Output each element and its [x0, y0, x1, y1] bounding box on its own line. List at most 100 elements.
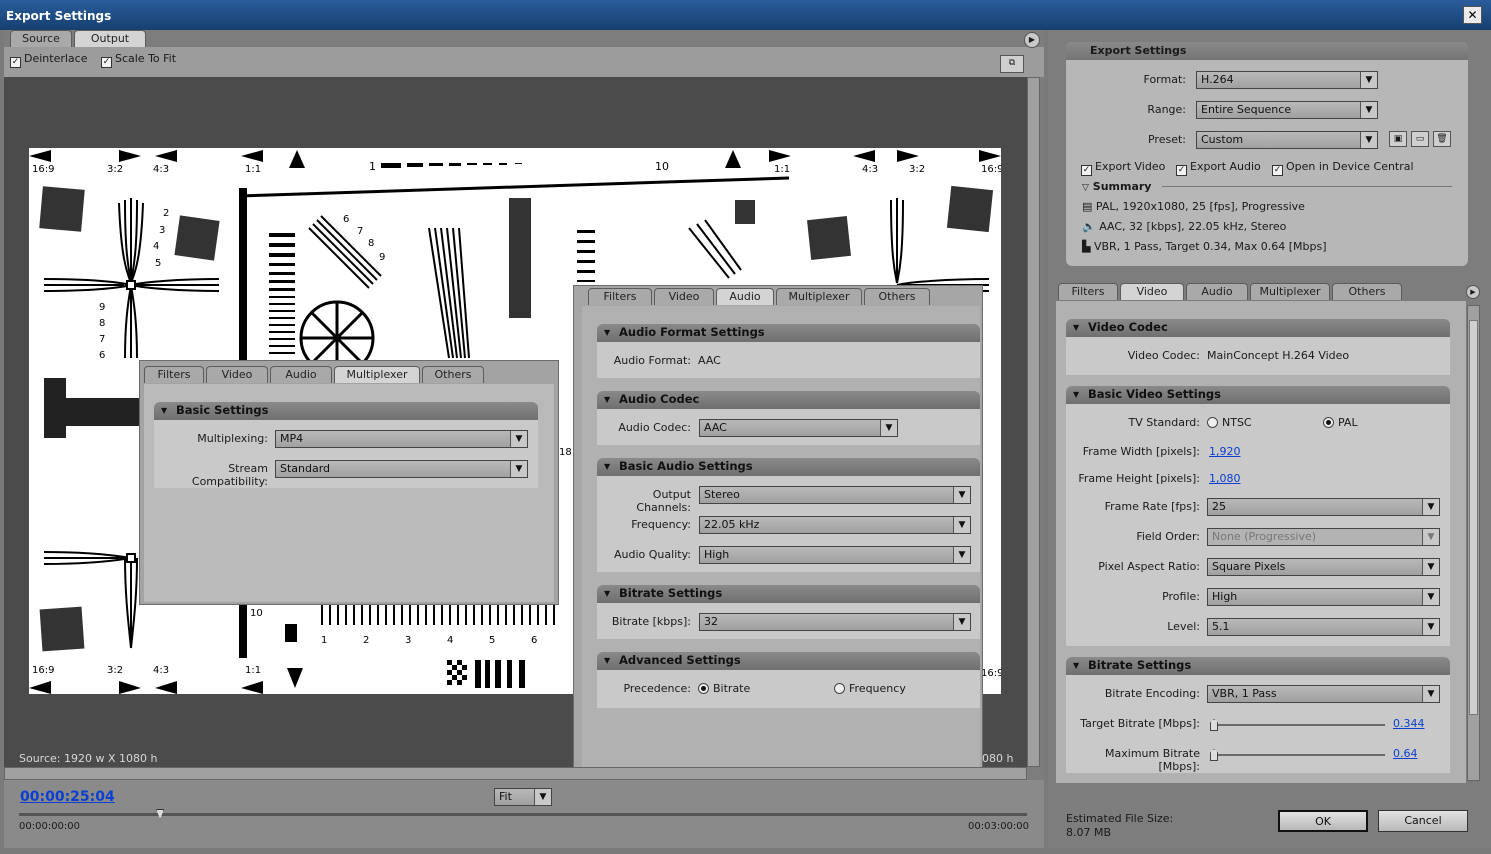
current-timecode[interactable]: 00:00:25:04	[20, 789, 115, 805]
settings-menu-icon[interactable]: ▶	[1466, 285, 1480, 299]
target-bitrate-value[interactable]: 0.344	[1393, 717, 1425, 730]
export-video-checkbox[interactable]: ✓ Export Video	[1081, 160, 1165, 176]
video-codec-header[interactable]: Video Codec	[1066, 319, 1450, 337]
ratio-label: 4:3	[153, 665, 169, 676]
tab-multiplexer[interactable]: Multiplexer	[1250, 283, 1330, 300]
frame-rate-select[interactable]: 25 ▼	[1207, 498, 1440, 516]
timeline-start: 00:00:00:00	[19, 821, 81, 832]
tab-filters[interactable]: Filters	[1058, 283, 1118, 300]
output-channels-select[interactable]: Stereo ▼	[699, 486, 971, 504]
pattern-number: 9	[99, 302, 105, 313]
settings-tabs: Filters Video Audio Multiplexer Others	[1058, 283, 1468, 301]
scale-to-fit-checkbox[interactable]: ✓ Scale To Fit	[100, 52, 176, 68]
tab-audio[interactable]: Audio	[716, 288, 774, 305]
tab-video[interactable]: Video	[206, 366, 268, 383]
close-icon[interactable]: ✕	[1463, 6, 1482, 24]
chevron-down-icon: ▼	[1422, 686, 1439, 702]
frame-height-value[interactable]: 1,080	[1209, 472, 1241, 485]
ntsc-radio[interactable]: NTSC	[1207, 416, 1252, 429]
pal-radio[interactable]: PAL	[1323, 416, 1358, 429]
tab-others[interactable]: Others	[864, 288, 930, 305]
audio-quality-select[interactable]: High ▼	[699, 546, 971, 564]
audio-codec-header[interactable]: Audio Codec	[597, 391, 980, 409]
tab-filters[interactable]: Filters	[588, 288, 652, 305]
precedence-frequency-radio[interactable]: Frequency	[834, 682, 906, 695]
frame-rate-value: 25	[1212, 500, 1226, 513]
pattern-number: 3	[405, 635, 411, 646]
format-value: H.264	[1201, 73, 1234, 86]
summary-toggle[interactable]: ▽ Summary	[1082, 180, 1151, 193]
audio-codec-select[interactable]: AAC ▼	[699, 419, 898, 437]
deinterlace-checkbox[interactable]: ✓ Deinterlace	[10, 52, 87, 68]
cancel-button[interactable]: Cancel	[1378, 810, 1468, 832]
profile-select[interactable]: High ▼	[1207, 588, 1440, 606]
source-output-tabs: Source Output	[10, 30, 160, 48]
ratio-label: 16:9	[981, 164, 1001, 175]
pattern-number: 1	[321, 635, 327, 646]
frequency-value: 22.05 kHz	[704, 518, 760, 531]
import-preset-icon[interactable]: ▭	[1411, 131, 1429, 147]
output-dimensions: 080 h	[982, 752, 1014, 765]
frequency-select[interactable]: 22.05 kHz ▼	[699, 516, 971, 534]
timeline-track[interactable]	[19, 809, 1027, 819]
frame-width-value[interactable]: 1,920	[1209, 445, 1241, 458]
precedence-bitrate-radio[interactable]: Bitrate	[698, 682, 750, 695]
preset-select[interactable]: Custom ▼	[1196, 131, 1378, 149]
audio-format-header[interactable]: Audio Format Settings	[597, 324, 980, 342]
preview-horizontal-scrollbar[interactable]	[4, 767, 1027, 780]
zoom-fit-value: Fit	[499, 790, 512, 803]
level-select[interactable]: 5.1 ▼	[1207, 618, 1440, 636]
tab-multiplexer[interactable]: Multiplexer	[776, 288, 862, 305]
audio-bitrate-select[interactable]: 32 ▼	[699, 613, 971, 631]
chevron-down-icon: ▼	[1360, 72, 1377, 88]
tab-multiplexer[interactable]: Multiplexer	[334, 366, 420, 383]
scale-start-label: 1	[369, 160, 376, 173]
preview-vertical-scrollbar[interactable]	[1027, 77, 1040, 767]
scrollbar-thumb[interactable]	[1469, 320, 1478, 715]
max-bitrate-label: Maximum Bitrate [Mbps]:	[1105, 747, 1200, 773]
pattern-number: 8	[99, 318, 105, 329]
max-bitrate-slider[interactable]	[1210, 749, 1385, 761]
level-label: Level:	[1167, 620, 1200, 633]
video-bitrate-header[interactable]: Bitrate Settings	[1066, 657, 1450, 675]
radio-selected-icon	[1323, 417, 1334, 428]
tab-others[interactable]: Others	[422, 366, 484, 383]
delete-preset-icon[interactable]: 🗑	[1433, 131, 1451, 147]
frame-height-label: Frame Height [pixels]:	[1078, 472, 1200, 485]
zoom-fit-select[interactable]: Fit ▼	[494, 788, 552, 806]
tab-video[interactable]: Video	[654, 288, 714, 305]
target-bitrate-slider[interactable]	[1210, 719, 1385, 731]
ok-button[interactable]: OK	[1278, 810, 1368, 832]
settings-scrollbar[interactable]	[1467, 305, 1480, 781]
speaker-icon: 🔈	[1082, 220, 1096, 233]
tab-audio[interactable]: Audio	[270, 366, 332, 383]
export-audio-checkbox[interactable]: ✓ Export Audio	[1176, 160, 1261, 176]
basic-audio-header[interactable]: Basic Audio Settings	[597, 458, 980, 476]
tab-output[interactable]: Output	[74, 30, 146, 47]
tab-filters[interactable]: Filters	[144, 366, 204, 383]
bitrate-encoding-value: VBR, 1 Pass	[1212, 687, 1277, 700]
stream-compat-select[interactable]: Standard ▼	[275, 460, 528, 478]
multiplexing-select[interactable]: MP4 ▼	[275, 430, 528, 448]
basic-video-header[interactable]: Basic Video Settings	[1066, 386, 1450, 404]
tab-audio[interactable]: Audio	[1186, 283, 1248, 300]
bitrate-encoding-select[interactable]: VBR, 1 Pass ▼	[1207, 685, 1440, 703]
crop-icon[interactable]: ⧉	[1000, 55, 1024, 73]
basic-settings-header[interactable]: Basic Settings	[154, 402, 538, 420]
save-preset-icon[interactable]: ▣	[1389, 131, 1407, 147]
field-order-select[interactable]: None (Progressive) ▼	[1207, 528, 1440, 546]
device-central-checkbox[interactable]: ✓ Open in Device Central	[1272, 160, 1414, 176]
audio-bitrate-header[interactable]: Bitrate Settings	[597, 585, 980, 603]
range-select[interactable]: Entire Sequence ▼	[1196, 101, 1378, 119]
precedence-bitrate-label: Bitrate	[713, 682, 751, 695]
pattern-number: 8	[368, 238, 374, 249]
tab-source[interactable]: Source	[10, 30, 72, 47]
pixel-aspect-select[interactable]: Square Pixels ▼	[1207, 558, 1440, 576]
advanced-settings-header[interactable]: Advanced Settings	[597, 652, 980, 670]
window-title: Export Settings	[0, 0, 1491, 30]
format-select[interactable]: H.264 ▼	[1196, 71, 1378, 89]
tab-video[interactable]: Video	[1120, 283, 1184, 300]
max-bitrate-value[interactable]: 0.64	[1393, 747, 1418, 760]
tab-others[interactable]: Others	[1332, 283, 1402, 300]
panel-menu-icon[interactable]: ▶	[1024, 32, 1040, 48]
